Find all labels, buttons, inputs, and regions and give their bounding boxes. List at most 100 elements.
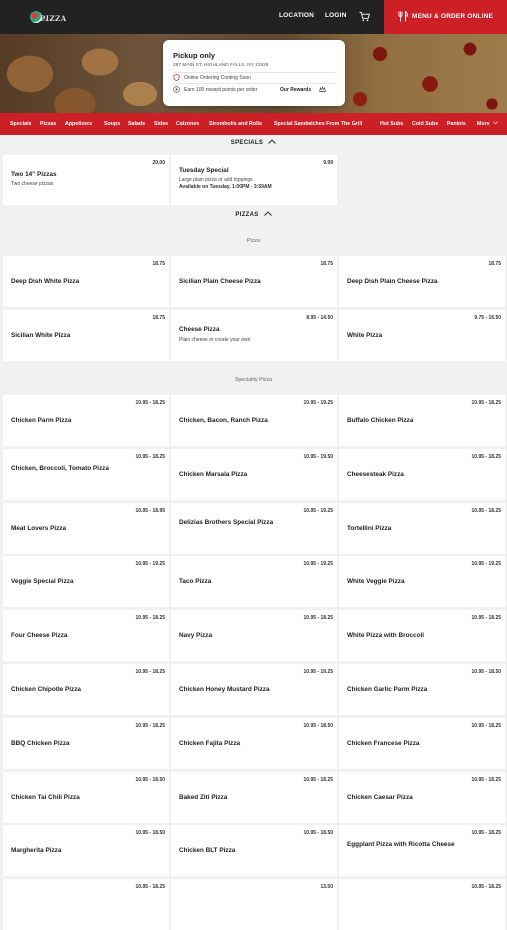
menu-item-card[interactable]: 10.95 - 18.25 Baked Ziti Pizza [171,771,337,823]
pizzas-heading[interactable]: PIZZAS [0,211,507,218]
location-link[interactable]: LOCATION [279,12,314,19]
specials-heading[interactable]: SPECIALS [0,139,507,146]
menu-item-card[interactable]: 9.75 - 16.50 White Pizza [339,309,505,361]
item-name: BBQ Chicken Pizza [11,739,70,747]
item-name: Chicken Garlic Parm Pizza [347,686,428,693]
item-name: Chicken, Broccoli, Tomato Pizza [11,464,109,472]
menu-item-card[interactable]: 10.95 - 18.50 Chicken BLT Pizza [171,825,337,877]
cart-icon[interactable] [359,11,370,22]
category-more-label: More [477,121,490,127]
menu-item-card[interactable]: 10.95 - 18.25 White Pizza with Broccoli [339,610,505,662]
order-online-label: MENU & ORDER ONLINE [412,13,494,20]
item-description: Two cheese pizzas [11,181,54,187]
category-sides[interactable]: Sides [154,121,168,127]
menu-item-card[interactable]: 10.95 - 18.50 Chicken Garlic Parm Pizza [339,664,505,715]
item-name: Chicken BLT Pizza [179,847,236,855]
menu-item-card[interactable]: 10.95 - 19.25 Veggie Special Pizza [3,556,169,608]
store-address[interactable]: 287 MAIN ST, HIGHLAND FALLS, NY 10928 [173,63,268,68]
reward-points-text: Earn 100 reward points per order [184,87,258,93]
category-calzones[interactable]: Calzones [176,121,199,127]
menu-item-card[interactable]: 10.95 - 18.95 Meat Lovers Pizza [3,502,169,554]
menu-item-card[interactable]: 18.75 Sicilian White Pizza [3,309,169,361]
item-availability: Available on Tuesday, 1:00PM - 3:59AM [179,184,272,190]
menu-item-card[interactable]: 10.95 - 18.25 Buffalo Chicken Pizza [339,395,505,446]
menu-item-card[interactable]: 10.95 - 18.25 Chicken Caesar Pizza [339,771,505,823]
menu-item-card[interactable]: 10.95 - 18.25 Tortellini Pizza [339,502,505,554]
menu-item-card[interactable]: 10.95 - 19.50 Chicken Marsala Pizza [171,448,337,500]
menu-item-card[interactable]: 13.50 [171,879,337,930]
menu-item-card[interactable]: 10.95 - 18.25 Chicken Parm Pizza [3,395,169,446]
menu-item-card[interactable]: 20.00 Two 14" Pizzas Two cheese pizzas [3,155,169,205]
item-name: Tortellini Pizza [347,524,392,532]
item-price: 10.95 - 19.25 [303,669,333,675]
item-name: Sicilian Plain Cheese Pizza [179,278,261,285]
item-price: 10.95 - 18.25 [471,830,501,837]
category-pizzas[interactable]: Pizzas [40,121,56,127]
crown-icon [319,86,326,92]
menu-item-card[interactable]: 10.95 - 19.25 White Veggie Pizza [339,556,505,608]
our-rewards-link[interactable]: Our Rewards [280,86,326,93]
category-specials[interactable]: Specials [10,121,32,127]
item-name: Veggie Special Pizza [11,578,74,586]
item-price: 10.95 - 18.25 [135,884,165,891]
item-price: 10.95 - 19.25 [303,561,333,568]
item-name: Chicken Francese Pizza [347,739,420,747]
menu-item-card[interactable]: 10.95 - 18.25 [339,879,505,930]
menu-item-card[interactable]: 10.95 - 18.25 Cheesesteak Pizza [339,448,505,500]
item-name: Chicken, Bacon, Ranch Pizza [179,417,268,424]
menu-item-card[interactable]: 10.95 - 19.25 Delizias Brothers Special P… [171,502,337,554]
item-price: 10.95 - 19.25 [303,507,333,514]
menu-item-card[interactable]: 10.95 - 19.25 Taco Pizza [171,556,337,608]
category-cold-subs[interactable]: Cold Subs [412,121,438,127]
divider [173,83,335,84]
logo[interactable]: DELIZIAS PIZZA [30,9,66,25]
item-name: White Pizza [347,331,383,339]
category-sandwiches-grill[interactable]: Special Sandwiches From The Grill [274,121,362,127]
item-price: 10.95 - 19.50 [303,453,333,460]
menu-item-card[interactable]: 10.95 - 18.50 Chicken Tai Chili Pizza [3,771,169,823]
item-name: Tuesday Special [179,167,229,174]
menu-item-card[interactable]: 10.95 - 18.25 Navy Pizza [171,610,337,662]
category-bar: Specials Pizzas Appetizers Soups Salads … [0,113,507,135]
item-name: Margherita Pizza [11,847,62,855]
item-price: 10.95 - 18.50 [303,830,333,837]
item-price: 18.75 [320,261,333,267]
item-name: Two 14" Pizzas [11,171,57,178]
item-name: Navy Pizza [179,632,213,640]
item-name: Chicken Honey Mustard Pizza [179,686,270,693]
menu-item-card[interactable]: 9.99 Tuesday Special Large plain pizza o… [171,155,337,205]
menu-item-card[interactable]: 8.95 - 14.50 Cheese Pizza Plain cheese or … [171,309,337,361]
chevron-up-icon [268,139,277,144]
category-hot-subs[interactable]: Hot Subs [380,121,403,127]
category-soups[interactable]: Soups [104,121,120,127]
menu-item-card[interactable]: 10.95 - 18.25 Chicken Chipotle Pizza [3,664,169,715]
item-name: Delizias Brothers Special Pizza [179,518,274,526]
menu-item-card[interactable]: 10.95 - 19.25 Chicken Honey Mustard Pizza [171,664,337,715]
menu-item-card[interactable]: 10.95 - 18.25 Chicken Francese Pizza [339,717,505,769]
menu-item-card[interactable]: 10.95 - 19.25 Chicken, Bacon, Ranch Pizza [171,395,337,446]
menu-item-card[interactable]: 10.95 - 18.50 Chicken Fajita Pizza [171,717,337,769]
menu-item-card[interactable]: 18.75 Deep Dish Plain Cheese Pizza [339,256,505,307]
item-name: White Pizza with Broccoli [347,632,425,640]
menu-item-card[interactable]: 10.95 - 18.25 Four Cheese Pizza [3,610,169,662]
category-appetizers[interactable]: Appetizers [65,121,92,127]
menu-item-card[interactable]: 10.95 - 18.25 BBQ Chicken Pizza [3,717,169,769]
category-salads[interactable]: Salads [128,121,145,127]
login-link[interactable]: LOGIN [325,12,347,19]
category-more[interactable]: More [477,121,498,127]
menu-item-card[interactable]: 10.95 - 18.25 Eggplant Pizza with Ricotta… [339,825,505,877]
category-strombolis[interactable]: Strombolis and Rolls [209,121,262,127]
item-description: Plain cheese or create your own [179,336,251,343]
item-name: White Veggie Pizza [347,578,405,586]
menu-item-card[interactable]: 10.95 - 18.25 Chicken, Broccoli, Tomato P… [3,448,169,500]
menu-item-card[interactable]: 10.95 - 18.25 [3,879,169,930]
store-info-card: Pickup only 287 MAIN ST, HIGHLAND FALLS,… [163,40,345,106]
menu-item-card[interactable]: 10.95 - 18.50 Margherita Pizza [3,825,169,877]
menu-item-card[interactable]: 18.75 Sicilian Plain Cheese Pizza [171,256,337,307]
order-online-button[interactable]: MENU & ORDER ONLINE [384,0,507,34]
item-price: 13.50 [320,884,333,891]
menu-item-card[interactable]: 18.75 Deep Dish White Pizza [3,256,169,307]
item-price: 9.75 - 16.50 [474,314,501,321]
category-paninis[interactable]: Paninis [447,121,466,127]
item-name: Sicilian White Pizza [11,331,71,339]
